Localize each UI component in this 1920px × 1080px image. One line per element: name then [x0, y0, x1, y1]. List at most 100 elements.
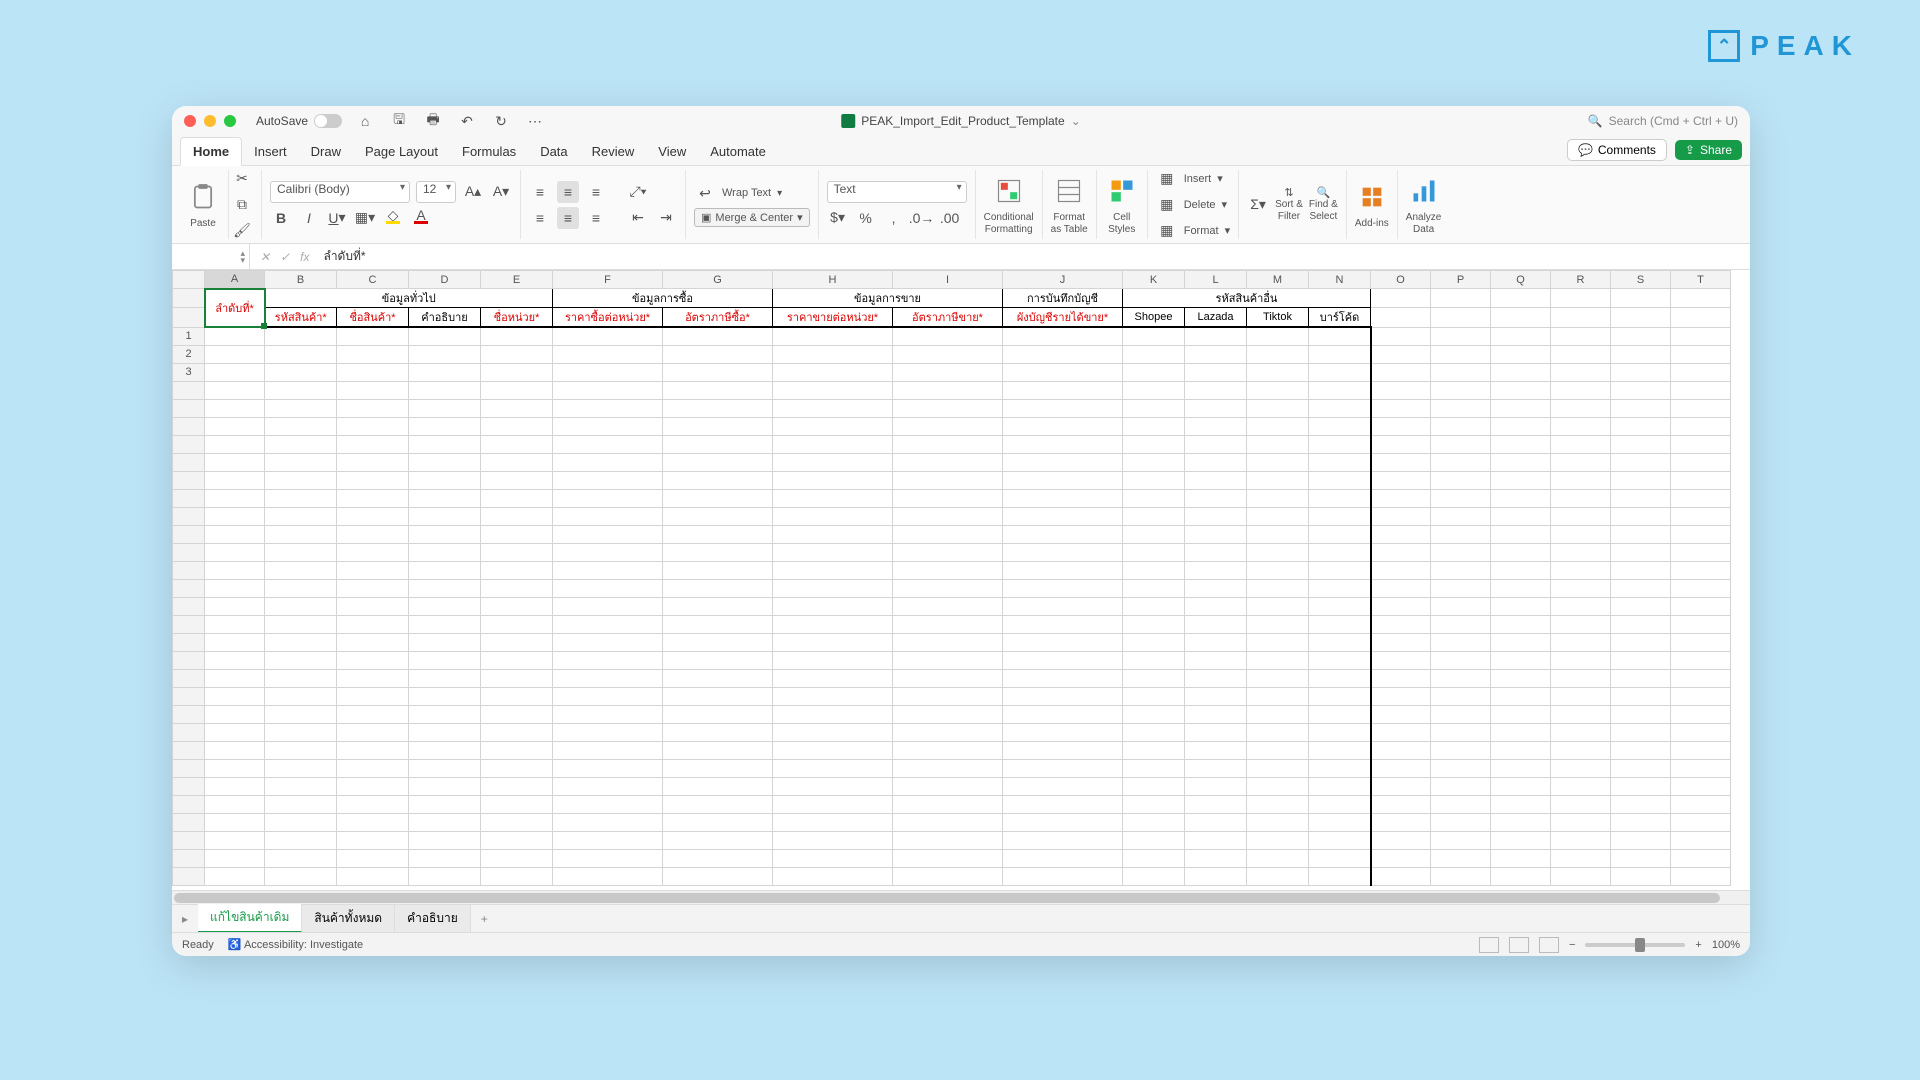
cell[interactable] [1003, 579, 1123, 597]
minimize-icon[interactable] [204, 115, 216, 127]
cell[interactable] [409, 651, 481, 669]
cell[interactable] [893, 777, 1003, 795]
cell[interactable] [1551, 759, 1611, 777]
cell[interactable] [893, 507, 1003, 525]
cell[interactable] [893, 417, 1003, 435]
cell[interactable] [1491, 651, 1551, 669]
cell[interactable] [1431, 363, 1491, 381]
cell[interactable] [265, 615, 337, 633]
print-icon[interactable]: 🖶 [422, 110, 444, 132]
cell[interactable] [1185, 579, 1247, 597]
cell[interactable] [663, 777, 773, 795]
cell[interactable] [553, 435, 663, 453]
cell[interactable] [663, 615, 773, 633]
fill-color-button[interactable]: ◇ [382, 207, 404, 229]
cell[interactable] [1371, 453, 1431, 471]
cell[interactable] [205, 741, 265, 759]
cell[interactable] [1247, 795, 1309, 813]
cell[interactable] [481, 327, 553, 345]
cell[interactable] [1611, 615, 1671, 633]
cell[interactable] [663, 705, 773, 723]
cell[interactable] [1431, 381, 1491, 399]
cell[interactable] [1671, 579, 1731, 597]
copy-icon[interactable]: ⧉ [231, 194, 253, 216]
cell[interactable] [1309, 795, 1371, 813]
cell[interactable] [1309, 327, 1371, 345]
cell[interactable] [1371, 741, 1431, 759]
cell[interactable] [1185, 669, 1247, 687]
column-subheader[interactable]: ชื่อหน่วย* [481, 308, 553, 328]
cell[interactable] [1309, 471, 1371, 489]
cell[interactable] [553, 687, 663, 705]
cell[interactable] [481, 669, 553, 687]
row-header[interactable] [173, 453, 205, 471]
cell[interactable] [1551, 651, 1611, 669]
cell[interactable] [1185, 435, 1247, 453]
align-top-icon[interactable]: ≡ [529, 181, 551, 203]
row-header[interactable] [173, 777, 205, 795]
cell[interactable] [773, 543, 893, 561]
cell[interactable] [1671, 813, 1731, 831]
cell[interactable] [663, 363, 773, 381]
column-subheader[interactable]: บาร์โค้ด [1309, 308, 1371, 328]
cell[interactable] [1309, 831, 1371, 849]
cell[interactable] [1185, 633, 1247, 651]
sheet-tab[interactable]: สินค้าทั้งหมด [302, 905, 395, 932]
cell[interactable] [205, 507, 265, 525]
row-header[interactable] [173, 831, 205, 849]
cell[interactable] [1491, 289, 1551, 308]
bold-button[interactable]: B [270, 207, 292, 229]
tab-home[interactable]: Home [180, 137, 242, 166]
home-icon[interactable]: ⌂ [354, 110, 376, 132]
cell[interactable] [205, 849, 265, 867]
cell[interactable] [1123, 741, 1185, 759]
cell[interactable] [205, 453, 265, 471]
cell[interactable] [409, 705, 481, 723]
cell[interactable] [1551, 633, 1611, 651]
cell[interactable] [1247, 507, 1309, 525]
cell[interactable] [409, 561, 481, 579]
column-header[interactable]: Q [1491, 271, 1551, 289]
cell[interactable] [1491, 489, 1551, 507]
cell[interactable] [481, 723, 553, 741]
cell[interactable] [481, 831, 553, 849]
cell[interactable] [1611, 741, 1671, 759]
cell[interactable] [265, 849, 337, 867]
cell[interactable] [1309, 867, 1371, 885]
cell[interactable] [1003, 705, 1123, 723]
cell[interactable] [553, 453, 663, 471]
cell[interactable] [1003, 345, 1123, 363]
cell[interactable] [1611, 849, 1671, 867]
cell[interactable] [893, 525, 1003, 543]
cell[interactable] [1003, 543, 1123, 561]
column-header[interactable]: F [553, 271, 663, 289]
cell[interactable] [337, 597, 409, 615]
cell[interactable] [1247, 831, 1309, 849]
cell[interactable] [1491, 308, 1551, 328]
cell[interactable] [337, 471, 409, 489]
cell[interactable] [1123, 381, 1185, 399]
cell[interactable] [663, 399, 773, 417]
column-subheader[interactable]: อัตราภาษีขาย* [893, 308, 1003, 328]
cell[interactable] [773, 399, 893, 417]
cell[interactable] [1431, 831, 1491, 849]
cell[interactable] [663, 471, 773, 489]
cell[interactable] [1185, 399, 1247, 417]
cell[interactable] [1551, 345, 1611, 363]
cell[interactable] [409, 417, 481, 435]
cell[interactable] [1247, 453, 1309, 471]
row-header[interactable] [173, 723, 205, 741]
cell[interactable] [1309, 579, 1371, 597]
cell[interactable] [1551, 489, 1611, 507]
cell[interactable] [1551, 867, 1611, 885]
cell[interactable] [1123, 867, 1185, 885]
cell[interactable] [1431, 759, 1491, 777]
column-header[interactable]: H [773, 271, 893, 289]
cell[interactable] [205, 633, 265, 651]
cell[interactable] [1371, 543, 1431, 561]
cell[interactable] [409, 363, 481, 381]
merge-center-button[interactable]: ▣ Merge & Center ▾ [694, 208, 810, 227]
cell[interactable] [409, 471, 481, 489]
tab-data[interactable]: Data [528, 138, 579, 165]
cell[interactable] [1491, 381, 1551, 399]
